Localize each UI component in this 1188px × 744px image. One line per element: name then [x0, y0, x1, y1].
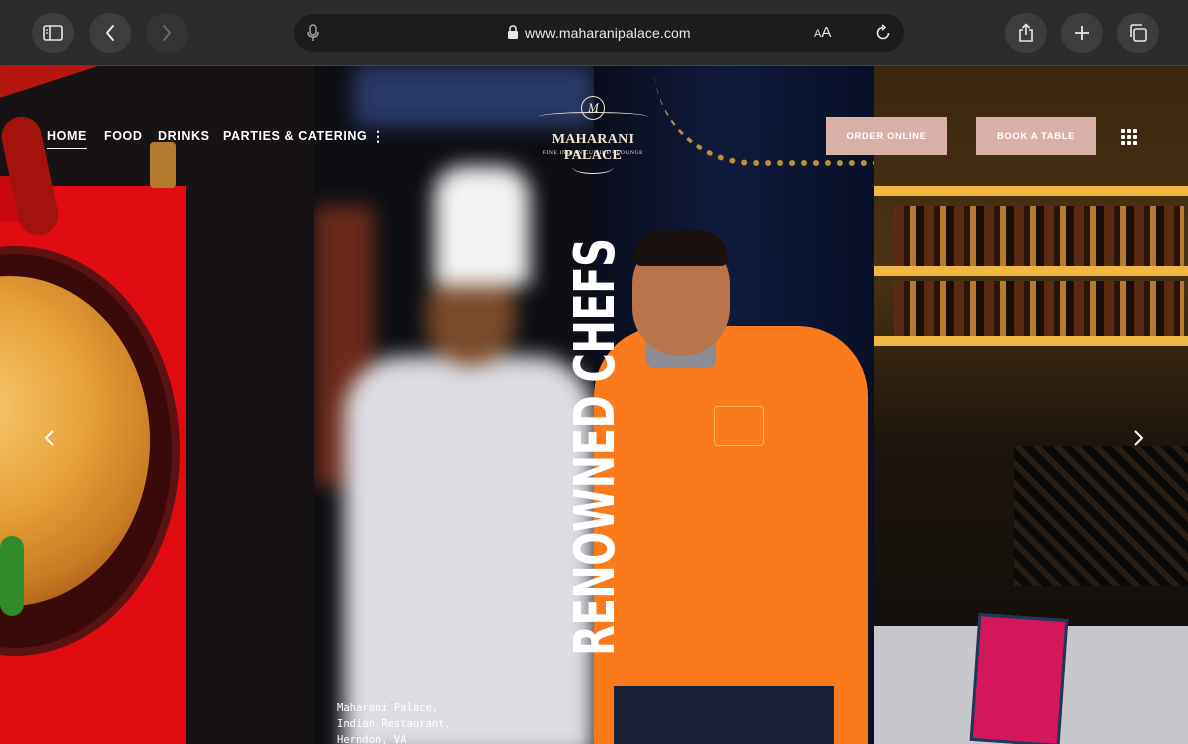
- url-text[interactable]: www.maharanipalace.com: [525, 25, 691, 41]
- book-a-table-button[interactable]: BOOK A TABLE: [976, 117, 1096, 155]
- tabs-icon: [1130, 24, 1147, 42]
- nav-home-link[interactable]: HOME: [47, 129, 87, 149]
- nav-drinks-link[interactable]: DRINKS: [158, 129, 210, 143]
- new-tab-button[interactable]: [1061, 13, 1103, 53]
- back-button[interactable]: [89, 13, 131, 53]
- site-logo[interactable]: M MAHARANI PALACE FINE INDIAN CUISINE • …: [528, 96, 658, 182]
- sidebar-button[interactable]: [32, 13, 74, 53]
- logo-tagline: FINE INDIAN CUISINE • LOUNGE: [542, 150, 644, 156]
- food-photo-panel: [0, 66, 314, 744]
- hero-headline-part1: RENOWNED: [563, 395, 628, 656]
- hero-headline-part2: CHEFS: [563, 238, 628, 383]
- tabs-overview-button[interactable]: [1117, 13, 1159, 53]
- nav-parties-catering-link[interactable]: PARTIES & CATERING: [223, 129, 367, 143]
- back-icon: [106, 25, 114, 41]
- bar-photo-panel: [874, 66, 1188, 744]
- browser-toolbar: www.maharanipalace.com AA: [0, 0, 1188, 66]
- reload-icon[interactable]: [874, 24, 892, 42]
- carousel-prev-icon[interactable]: [42, 428, 58, 448]
- grid-menu-icon[interactable]: [1121, 129, 1137, 145]
- new-tab-icon: [1075, 26, 1089, 40]
- lock-icon: [508, 25, 518, 39]
- carousel-next-icon[interactable]: [1130, 428, 1146, 448]
- nav-food-link[interactable]: FOOD: [104, 129, 143, 143]
- more-menu-icon[interactable]: ⋮: [371, 128, 385, 145]
- hero-headline: RENOWNED CHEFS: [563, 239, 628, 656]
- order-online-button[interactable]: ORDER ONLINE: [826, 117, 947, 155]
- mic-icon[interactable]: [306, 24, 320, 42]
- address-line-1: Maharani Palace,: [337, 702, 439, 714]
- address-line-3: Herndon, VA: [337, 734, 407, 744]
- address-line-2: Indian Restaurant,: [337, 718, 451, 730]
- text-size-button[interactable]: AA: [814, 24, 831, 41]
- forward-icon: [163, 25, 171, 41]
- logo-emblem-icon: M: [581, 96, 605, 120]
- share-button[interactable]: [1005, 13, 1047, 53]
- sidebar-icon: [43, 25, 63, 41]
- restaurant-address: Maharani Palace, Indian Restaurant, Hern…: [337, 700, 451, 744]
- address-bar[interactable]: www.maharanipalace.com AA: [294, 14, 904, 52]
- forward-button[interactable]: [146, 13, 188, 53]
- share-icon: [1019, 23, 1033, 42]
- webpage: HOME FOOD DRINKS PARTIES & CATERING ⋮ M …: [0, 66, 1188, 744]
